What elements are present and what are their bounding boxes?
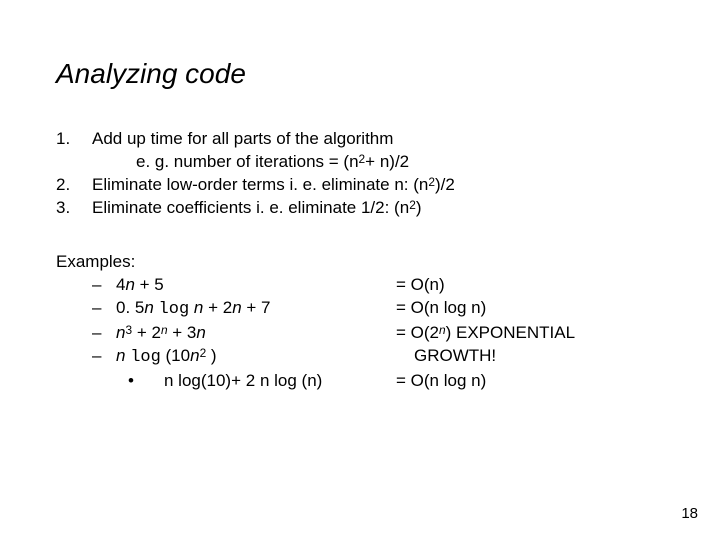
example-expr: n3 + 2n + 3n [116,322,396,345]
sup-2: 2 [428,175,435,189]
sup-n: n [439,323,446,337]
example-3: – n3 + 2n + 3n = O(2n) EXPONENTIAL [56,322,664,345]
log: log [159,300,190,319]
text: + 2 [203,298,232,317]
example-expr: 0. 5n log n + 2n + 7 [116,297,396,322]
text: ) [416,198,422,217]
log: log [130,348,161,367]
text: )/2 [435,175,455,194]
slide-title: Analyzing code [56,58,664,90]
text: n log (n) [260,371,322,390]
step-text: Add up time for all parts of the algorit… [92,128,393,151]
example-5: • n log(10)+ 2 n log (n) = O(n log n) [56,370,664,393]
step-1-sub: e. g. number of iterations = (n2+ n)/2 [56,151,664,174]
step-text: Eliminate coefficients i. e. eliminate 1… [92,197,421,220]
dash: – [56,297,116,322]
step-number: 1. [56,128,92,151]
var-n: n [125,275,134,294]
step-3: 3. Eliminate coefficients i. e. eliminat… [56,197,664,220]
page-number: 18 [681,505,698,522]
sup-2: 2 [409,198,416,212]
text: = O(2 [396,323,439,342]
var-n: n [190,346,199,365]
text: + 2 [132,323,161,342]
var-n: n [189,298,203,317]
text: + 2 [231,371,255,390]
text: + 7 [242,298,271,317]
step-2: 2. Eliminate low-order terms i. e. elimi… [56,174,664,197]
example-growth: GROWTH! [396,345,664,370]
dash: – [56,274,116,297]
var-n: n [232,298,241,317]
example-bigO: = O(n log n) [396,370,664,393]
text: + 3 [168,323,197,342]
example-1: – 4n + 5 = O(n) [56,274,664,297]
text: e. g. number of iterations = (n [136,152,359,171]
step-number: 2. [56,174,92,197]
example-expr: 4n + 5 [116,274,396,297]
example-expr: n log(10)+ 2 n log (n) [164,370,396,393]
dash: – [56,345,116,370]
step-1: 1. Add up time for all parts of the algo… [56,128,664,151]
step-text: Eliminate low-order terms i. e. eliminat… [92,174,455,197]
text: (10 [161,346,190,365]
example-bigO: = O(n) [396,274,664,297]
text: 0. 5 [116,298,144,317]
text: Eliminate low-order terms i. e. eliminat… [92,175,428,194]
text: + n)/2 [365,152,409,171]
text: ) [206,346,216,365]
example-4: – n log (10n2 ) GROWTH! [56,345,664,370]
bullet: • [56,370,164,393]
text: + 5 [135,275,164,294]
var-n: n [196,323,205,342]
numbered-steps: 1. Add up time for all parts of the algo… [56,128,664,220]
text: n log(10) [164,371,231,390]
example-expr: n log (10n2 ) [116,345,396,370]
example-2: – 0. 5n log n + 2n + 7 = O(n log n) [56,297,664,322]
step-number: 3. [56,197,92,220]
text: ) EXPONENTIAL [446,323,575,342]
var-n: n [116,346,130,365]
sup-n: n [161,323,168,337]
var-n: n [144,298,158,317]
example-bigO: = O(n log n) [396,297,664,322]
example-bigO: = O(2n) EXPONENTIAL [396,322,664,345]
examples-label: Examples: [56,252,664,272]
dash: – [56,322,116,345]
text: Eliminate coefficients i. e. eliminate 1… [92,198,409,217]
